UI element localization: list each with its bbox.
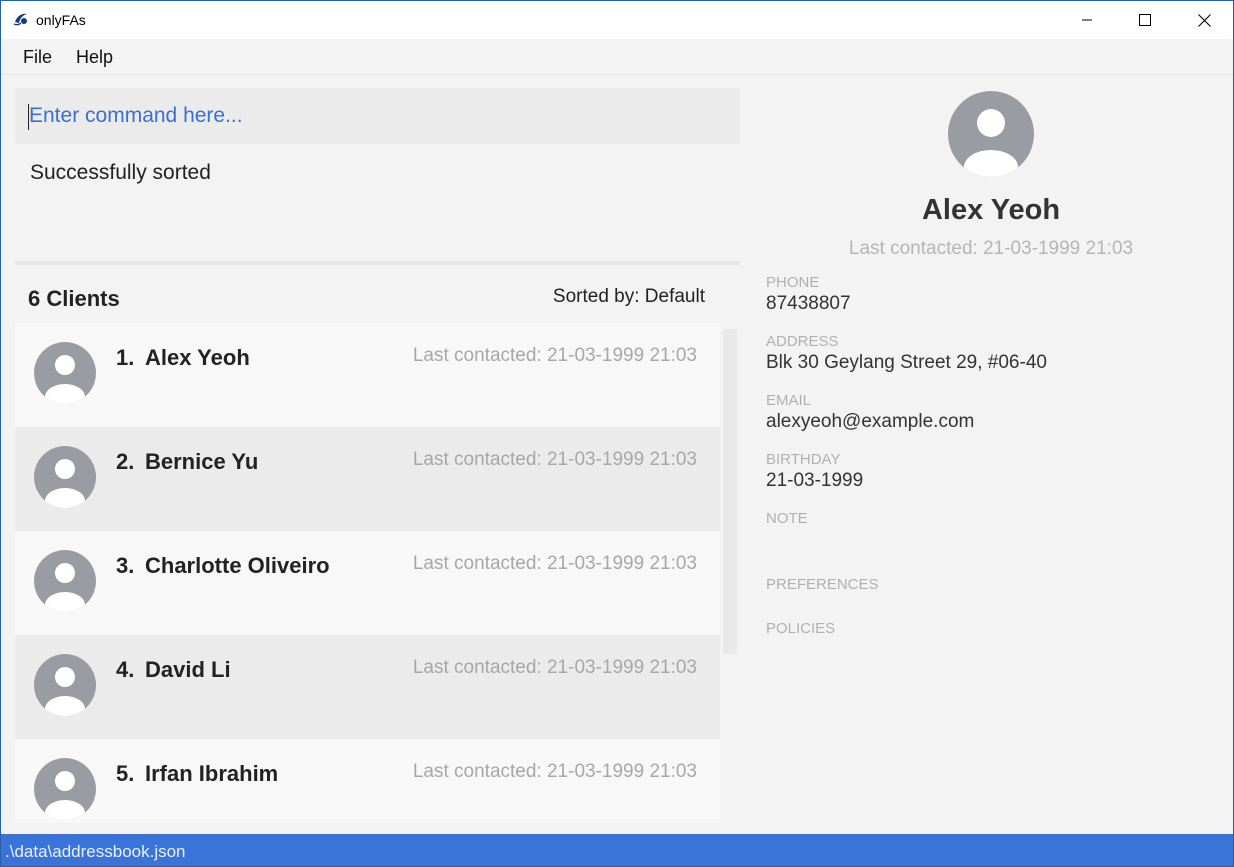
note-label: NOTE: [766, 510, 808, 527]
result-message: Successfully sorted: [30, 161, 211, 184]
email-value: alexyeoh@example.com: [766, 411, 975, 432]
client-last-contacted: Last contacted: 21-03-1999 21:03: [412, 657, 697, 678]
phone-label: PHONE: [766, 274, 820, 291]
client-name: Irfan Ibrahim: [145, 761, 279, 786]
menu-file[interactable]: File: [23, 47, 52, 68]
close-icon: [1197, 13, 1211, 27]
birthday-label: BIRTHDAY: [766, 451, 841, 468]
client-card[interactable]: 5. Irfan Ibrahim Last contacted: 21-03-1…: [15, 739, 720, 823]
app-logo-icon: [13, 13, 27, 26]
app-window: onlyFAs File Help Successfully sorted 6: [0, 0, 1234, 867]
maximize-icon: [1139, 14, 1151, 26]
client-card[interactable]: 4. David Li Last contacted: 21-03-1999 2…: [15, 635, 720, 739]
user-avatar-icon: [948, 91, 1034, 177]
preferences-label: PREFERENCES: [766, 576, 879, 593]
status-bar: .\data\addressbook.json: [1, 834, 1233, 866]
phone-value: 87438807: [766, 293, 851, 314]
address-value: Blk 30 Geylang Street 29, #06-40: [766, 352, 1047, 373]
user-avatar-icon: [34, 342, 96, 404]
client-last-contacted: Last contacted: 21-03-1999 21:03: [412, 449, 697, 470]
command-input[interactable]: [15, 88, 740, 144]
policies-label: POLICIES: [766, 620, 836, 637]
menu-bar: File Help: [1, 39, 1233, 75]
client-last-contacted: Last contacted: 21-03-1999 21:03: [412, 345, 697, 366]
client-last-contacted: Last contacted: 21-03-1999 21:03: [412, 761, 697, 782]
address-label: ADDRESS: [766, 333, 839, 350]
detail-name: Alex Yeoh: [921, 194, 1061, 226]
minimize-icon: [1082, 19, 1092, 21]
user-avatar-icon: [34, 758, 96, 820]
sorted-by-label: Sorted by: Default: [552, 286, 705, 307]
client-card[interactable]: 2. Bernice Yu Last contacted: 21-03-1999…: [15, 427, 720, 531]
user-avatar-icon: [34, 654, 96, 716]
client-name: David Li: [145, 657, 231, 682]
command-box: [15, 88, 740, 144]
client-card[interactable]: 3. Charlotte Oliveiro Last contacted: 21…: [15, 531, 720, 635]
client-count: 6 Clients: [28, 286, 120, 311]
client-last-contacted: Last contacted: 21-03-1999 21:03: [412, 553, 697, 574]
client-card[interactable]: 1. Alex Yeoh Last contacted: 21-03-1999 …: [15, 323, 720, 427]
birthday-value: 21-03-1999: [766, 470, 864, 491]
close-button[interactable]: [1175, 1, 1233, 39]
client-index: 4.: [116, 657, 135, 682]
result-divider: [15, 261, 740, 265]
client-list: 1. Alex Yeoh Last contacted: 21-03-1999 …: [15, 323, 720, 823]
data-file-path: .\data\addressbook.json: [5, 842, 186, 861]
client-index: 5.: [116, 761, 135, 786]
client-name: Bernice Yu: [145, 449, 259, 474]
email-label: EMAIL: [766, 392, 812, 409]
text-caret: [28, 104, 29, 130]
window-title: onlyFAs: [36, 12, 86, 28]
minimize-button[interactable]: [1058, 1, 1116, 39]
user-avatar-icon: [34, 550, 96, 612]
list-scrollbar[interactable]: [723, 329, 737, 654]
client-name: Charlotte Oliveiro: [145, 553, 330, 578]
client-index: 2.: [116, 449, 135, 474]
maximize-button[interactable]: [1116, 1, 1174, 39]
client-name: Alex Yeoh: [145, 345, 250, 370]
detail-last-contacted: Last contacted: 21-03-1999 21:03: [848, 238, 1134, 259]
client-index: 3.: [116, 553, 135, 578]
title-bar: onlyFAs: [1, 1, 1233, 39]
client-index: 1.: [116, 345, 135, 370]
menu-help[interactable]: Help: [76, 47, 113, 68]
user-avatar-icon: [34, 446, 96, 508]
